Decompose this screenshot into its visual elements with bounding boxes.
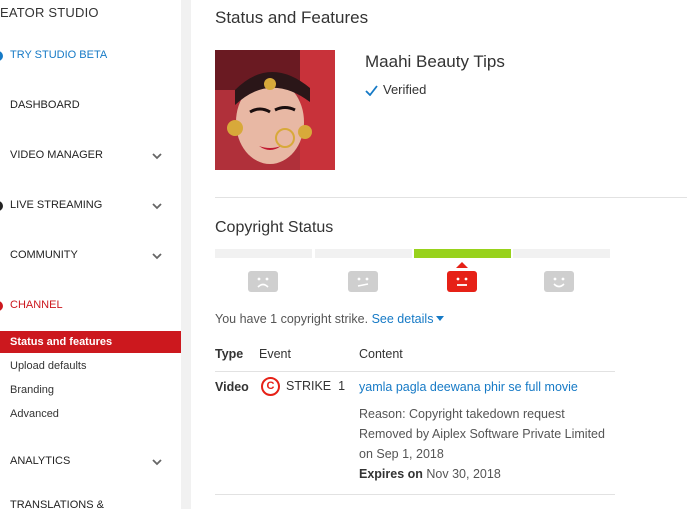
- neutral-face-icon: [447, 271, 477, 292]
- channel-name: Maahi Beauty Tips: [365, 52, 505, 71]
- chevron-down-icon[interactable]: [151, 200, 163, 212]
- bullet-icon: [0, 301, 3, 311]
- check-icon: [365, 85, 378, 97]
- strike-removed-by: Removed by Aiplex Software Private Limit…: [359, 427, 605, 441]
- copyright-status-title: Copyright Status: [215, 219, 334, 236]
- sidebar-item-analytics[interactable]: ANALYTICS: [0, 451, 181, 473]
- active-indicator-caret: [456, 262, 468, 268]
- skeptical-face-icon: [348, 271, 378, 292]
- strike-summary: You have 1 copyright strike. See details: [215, 312, 445, 326]
- sidebar-item-label: TRY STUDIO BETA: [10, 49, 108, 61]
- strike-meter-segment-active: [414, 249, 511, 258]
- sidebar-item-label: LIVE STREAMING: [10, 199, 103, 211]
- table-divider: [215, 371, 615, 372]
- sidebar-divider: [181, 0, 191, 509]
- studio-title: EATOR STUDIO: [0, 5, 99, 20]
- sidebar-item-label: CHANNEL: [10, 299, 63, 311]
- avatar-image: [215, 50, 335, 170]
- strike-summary-text: You have 1 copyright strike.: [215, 312, 369, 326]
- chevron-down-icon[interactable]: [151, 150, 163, 162]
- sidebar-item-try-beta[interactable]: TRY STUDIO BETA: [0, 45, 181, 67]
- sidebar-subitem-label: Status and features: [10, 336, 113, 348]
- chevron-down-icon[interactable]: [151, 250, 163, 262]
- sidebar-item-label: DASHBOARD: [10, 99, 80, 111]
- copyright-icon: C: [261, 377, 280, 396]
- verified-status: Verified: [365, 82, 426, 97]
- sidebar: EATOR STUDIO TRY STUDIO BETA DASHBOARD V…: [0, 0, 181, 509]
- verified-label: Verified: [383, 82, 427, 97]
- sidebar-subitem-label: Advanced: [10, 408, 59, 420]
- table-header-event: Event: [259, 347, 291, 361]
- sad-face-icon: [248, 271, 278, 292]
- strike-expires: Expires on Nov 30, 2018: [359, 467, 501, 481]
- sidebar-item-video-manager[interactable]: VIDEO MANAGER: [0, 145, 181, 167]
- see-details-link[interactable]: See details: [372, 312, 434, 326]
- sidebar-item-live-streaming[interactable]: LIVE STREAMING: [0, 195, 181, 217]
- sidebar-item-label: TRANSLATIONS &: [10, 499, 104, 509]
- section-divider: [215, 197, 687, 198]
- sidebar-item-community[interactable]: COMMUNITY: [0, 245, 181, 267]
- strike-meter-segment: [513, 249, 610, 258]
- sidebar-item-label: ANALYTICS: [10, 455, 71, 467]
- sidebar-subitem-upload-defaults[interactable]: Upload defaults: [0, 355, 181, 377]
- chevron-down-icon[interactable]: [151, 456, 163, 468]
- sidebar-item-channel[interactable]: CHANNEL: [0, 295, 181, 317]
- sidebar-item-dashboard[interactable]: DASHBOARD: [0, 95, 181, 117]
- sidebar-subitem-label: Upload defaults: [10, 360, 87, 372]
- table-header-content: Content: [359, 347, 403, 361]
- sidebar-subitem-advanced[interactable]: Advanced: [0, 403, 181, 425]
- strike-removed-on: on Sep 1, 2018: [359, 447, 444, 461]
- sidebar-subitem-branding[interactable]: Branding: [0, 379, 181, 401]
- main-content: Status and Features Maahi Beauty Tips Ve…: [191, 0, 687, 509]
- table-divider: [215, 494, 615, 495]
- bullet-icon: [0, 201, 3, 211]
- row-event: C STRIKE 1: [261, 377, 345, 397]
- channel-avatar: [215, 50, 335, 170]
- row-event-label: STRIKE 1: [286, 378, 346, 393]
- page-title: Status and Features: [215, 8, 369, 27]
- row-type: Video: [215, 380, 249, 394]
- sidebar-item-translations[interactable]: TRANSLATIONS &: [0, 495, 181, 509]
- sidebar-subitem-status-features[interactable]: Status and features: [0, 331, 181, 353]
- sidebar-item-label: VIDEO MANAGER: [10, 149, 103, 161]
- bullet-icon: [0, 51, 3, 61]
- expires-date: Nov 30, 2018: [426, 467, 501, 481]
- happy-face-icon: [544, 271, 574, 292]
- sidebar-item-label: COMMUNITY: [10, 249, 78, 261]
- content-title-link[interactable]: yamla pagla deewana phir se full movie: [359, 380, 578, 394]
- strike-reason: Reason: Copyright takedown request: [359, 407, 565, 421]
- caret-down-icon[interactable]: [436, 316, 445, 321]
- strike-meter-segment: [215, 249, 312, 258]
- sidebar-subitem-label: Branding: [10, 384, 55, 396]
- table-header-type: Type: [215, 347, 244, 361]
- expires-label: Expires on: [359, 467, 423, 481]
- strike-meter-segment: [315, 249, 412, 258]
